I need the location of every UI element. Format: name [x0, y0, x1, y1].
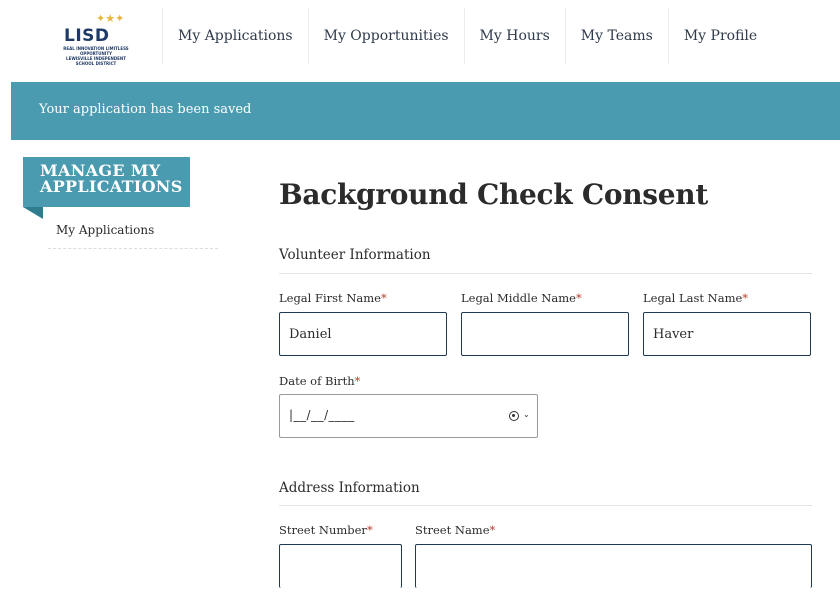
address-section-divider [279, 505, 812, 506]
dob-label: Date of Birth* [279, 374, 361, 388]
nav-my-opportunities[interactable]: My Opportunities [307, 8, 464, 64]
dob-mask: |__/__/____ [289, 408, 355, 422]
stars-icon: ✦★✦ [96, 12, 125, 25]
nav-my-teams[interactable]: My Teams [564, 8, 668, 64]
lisd-logo[interactable]: ✦★✦ LISD REAL INNOVATION LIMITLESS OPPOR… [58, 12, 134, 66]
middle-name-field[interactable] [461, 312, 629, 356]
middle-name-label: Legal Middle Name* [461, 291, 582, 305]
street-number-field[interactable] [279, 544, 402, 588]
logo-wordmark: LISD [64, 26, 110, 46]
first-name-field[interactable]: Daniel [279, 312, 447, 356]
chevron-down-icon[interactable]: ⌄ [523, 410, 530, 419]
sidebar-heading: MANAGE MY APPLICATIONS [23, 157, 190, 207]
sidebar-divider [48, 248, 218, 249]
calendar-picker-icon[interactable] [509, 411, 519, 421]
saved-message: Your application has been saved [39, 102, 252, 117]
volunteer-section-divider [279, 273, 812, 274]
page-title: Background Check Consent [279, 178, 708, 211]
last-name-field[interactable]: Haver [643, 312, 811, 356]
street-number-label: Street Number* [279, 523, 373, 537]
nav-my-profile[interactable]: My Profile [667, 8, 772, 64]
street-name-field[interactable] [415, 544, 812, 588]
last-name-label: Legal Last Name* [643, 291, 749, 305]
site-header: ✦★✦ LISD REAL INNOVATION LIMITLESS OPPOR… [0, 0, 840, 82]
nav-my-hours[interactable]: My Hours [463, 8, 565, 64]
volunteer-section-heading: Volunteer Information [279, 247, 431, 263]
first-name-label: Legal First Name* [279, 291, 387, 305]
logo-tagline: REAL INNOVATION LIMITLESS OPPORTUNITY LEW… [63, 46, 129, 66]
street-name-label: Street Name* [415, 523, 496, 537]
sidebar-ribbon-fold [23, 207, 43, 219]
saved-banner: Your application has been saved [11, 82, 840, 140]
sidebar-item-my-applications[interactable]: My Applications [56, 223, 154, 237]
main-nav: My Applications My Opportunities My Hour… [162, 8, 772, 64]
address-section-heading: Address Information [279, 480, 420, 496]
dob-field[interactable]: |__/__/____ ⌄ [279, 394, 538, 438]
nav-my-applications[interactable]: My Applications [162, 8, 308, 64]
